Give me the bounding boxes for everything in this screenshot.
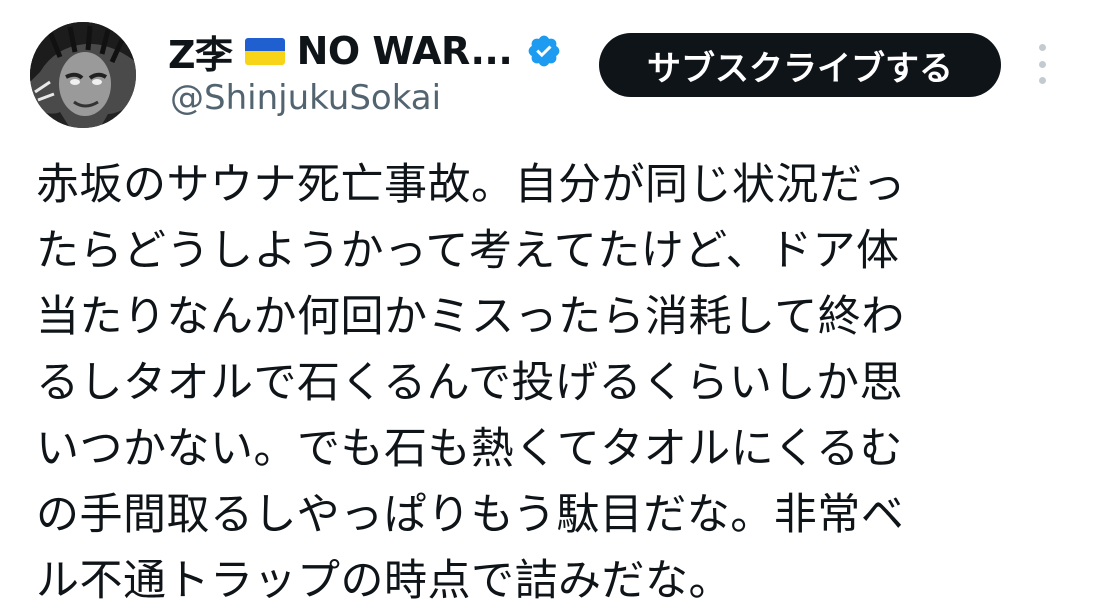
- tweet-text: 赤坂のサウナ死亡事故。自分が同じ状況だっ たらどうしようかって考えてたけど、ドア…: [36, 152, 1066, 611]
- more-options-icon[interactable]: [1030, 44, 1054, 84]
- verified-badge-icon[interactable]: [526, 33, 562, 69]
- tweet-card: Z李 NO WAR... @ShinjukuSokai サブスクライブする 赤坂…: [0, 0, 1096, 611]
- tweet-line: るしタオルで石くるんで投げるくらいしか思: [36, 358, 903, 408]
- author-name-row[interactable]: Z李 NO WAR...: [168, 24, 562, 79]
- tweet-line: ル不通トラップの時点で詰みだな。: [36, 556, 732, 606]
- display-name-prefix[interactable]: Z李: [168, 24, 233, 79]
- tweet-line: いつかない。でも石も熱くてタオルにくるむ: [36, 424, 903, 474]
- author-handle[interactable]: @ShinjukuSokai: [170, 78, 441, 118]
- ukraine-flag-icon: [244, 37, 285, 65]
- tweet-line: の手間取るしやっぱりもう駄目だな。非常ベ: [36, 490, 905, 540]
- avatar[interactable]: [30, 22, 136, 128]
- tweet-line: たらどうしようかって考えてたけど、ドア体: [36, 226, 900, 276]
- tweet-line: 赤坂のサウナ死亡事故。自分が同じ状況だっ: [36, 160, 906, 210]
- display-name-suffix[interactable]: NO WAR...: [297, 29, 513, 73]
- subscribe-button[interactable]: サブスクライブする: [599, 33, 1001, 97]
- tweet-line: 当たりなんか何回かミスったら消耗して終わ: [36, 292, 905, 342]
- avatar-image: [30, 22, 136, 128]
